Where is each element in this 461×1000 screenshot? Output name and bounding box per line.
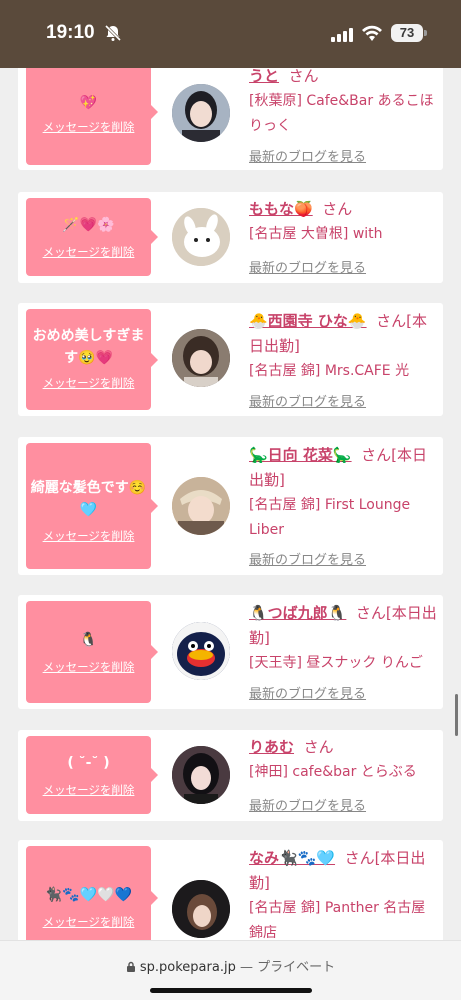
cast-name-link[interactable]: 🦕日向 花菜🦕 — [249, 446, 352, 464]
honorific: さん — [322, 200, 353, 218]
cast-name-line: 🦕日向 花菜🦕 さん[本日出勤] — [249, 443, 439, 493]
delete-message-link[interactable]: メッセージを削除 — [26, 659, 151, 675]
message-card: 🐧 メッセージを削除 🐧つば九郎🐧 さん[本日出勤] [天王寺] 昼スナック り… — [18, 595, 443, 709]
latest-blog-link[interactable]: 最新のブログを見る — [249, 257, 366, 276]
message-bubble: 🐧 メッセージを削除 — [26, 601, 158, 703]
message-bubble: 綺麗な髪色です☺️🩵 メッセージを削除 — [26, 443, 158, 569]
wifi-icon — [362, 24, 382, 42]
avatar[interactable] — [172, 477, 230, 535]
delete-message-link[interactable]: メッセージを削除 — [26, 914, 151, 930]
delete-message-link[interactable]: メッセージを削除 — [26, 375, 151, 391]
avatar[interactable] — [172, 622, 230, 680]
shop-name: [神田] cafe&bar とらぶる — [249, 764, 417, 780]
message-bubble: 💖 メッセージを削除 — [26, 68, 158, 165]
url-display[interactable]: sp.pokepara.jp — プライベート — [0, 956, 461, 975]
shop-name: [名古屋 大曽根] with — [249, 226, 383, 242]
cast-name-link[interactable]: うと — [249, 68, 279, 85]
delete-message-link[interactable]: メッセージを削除 — [26, 244, 151, 260]
avatar[interactable] — [172, 880, 230, 938]
shop-name: [名古屋 錦] Mrs.CAFE 光 — [249, 363, 410, 379]
shop-name: [天王寺] 昼スナック りんご — [249, 655, 423, 671]
cast-name-line: 🐣西園寺 ひな🐣 さん[本日出勤] — [249, 309, 439, 359]
cast-name-line: なみ🐈‍⬛🐾🩵 さん[本日出勤] — [249, 846, 439, 896]
cast-name-link[interactable]: りあむ — [249, 738, 294, 756]
private-mode-label: — プライベート — [239, 960, 336, 975]
message-card: 💖 メッセージを削除 うと さん [秋葉原] Cafe&Bar あるこほりっく … — [18, 68, 443, 170]
latest-blog-link[interactable]: 最新のブログを見る — [249, 391, 366, 410]
message-feed[interactable]: 💖 メッセージを削除 うと さん [秋葉原] Cafe&Bar あるこほりっく … — [0, 68, 461, 940]
avatar[interactable] — [172, 329, 230, 387]
status-time: 19:10 — [46, 22, 95, 43]
cast-name-line: ももな🍑 さん — [249, 197, 439, 222]
latest-blog-link[interactable]: 最新のブログを見る — [249, 795, 366, 814]
delete-message-link[interactable]: メッセージを削除 — [26, 119, 151, 135]
cast-name-link[interactable]: 🐣西園寺 ひな🐣 — [249, 312, 367, 330]
status-bar: 19:10 73 — [0, 0, 461, 68]
delete-message-link[interactable]: メッセージを削除 — [26, 528, 151, 544]
delete-message-link[interactable]: メッセージを削除 — [26, 782, 151, 798]
avatar[interactable] — [172, 208, 230, 266]
cellular-signal-icon — [331, 27, 355, 42]
message-card: おめめ美しすぎます🥹💗 メッセージを削除 🐣西園寺 ひな🐣 さん[本日出勤] [… — [18, 303, 443, 416]
cast-info: うと さん [秋葉原] Cafe&Bar あるこほりっく — [249, 68, 439, 139]
shop-name: [名古屋 錦] Panther 名古屋錦店 — [249, 900, 426, 940]
cast-name-link[interactable]: なみ🐈‍⬛🐾🩵 — [249, 849, 335, 867]
battery-icon: 73 — [391, 24, 427, 42]
message-text: 💖 — [79, 95, 98, 111]
message-text: おめめ美しすぎます🥹💗 — [32, 328, 145, 366]
lock-icon — [126, 961, 136, 972]
cast-info: ももな🍑 さん [名古屋 大曽根] with — [249, 197, 439, 247]
shop-name: [名古屋 錦] First Lounge Liber — [249, 497, 411, 538]
browser-url-bar[interactable]: sp.pokepara.jp — プライベート — [0, 940, 461, 1000]
shop-name: [秋葉原] Cafe&Bar あるこほりっく — [249, 93, 434, 134]
message-bubble: おめめ美しすぎます🥹💗 メッセージを削除 — [26, 309, 158, 410]
message-text: 🐈‍⬛🐾🩵🤍💙 — [44, 887, 133, 903]
message-text: 🪄💗🌸 — [62, 217, 115, 233]
cast-name-link[interactable]: ももな🍑 — [249, 200, 313, 218]
avatar[interactable] — [172, 746, 230, 804]
cast-name-link[interactable]: 🐧つば九郎🐧 — [249, 604, 346, 622]
message-bubble: 🐈‍⬛🐾🩵🤍💙 メッセージを削除 — [26, 846, 158, 940]
message-card: 綺麗な髪色です☺️🩵 メッセージを削除 🦕日向 花菜🦕 さん[本日出勤] [名古… — [18, 437, 443, 575]
scrollbar-thumb[interactable] — [455, 694, 458, 736]
cast-info: 🐣西園寺 ひな🐣 さん[本日出勤] [名古屋 錦] Mrs.CAFE 光 — [249, 309, 439, 384]
honorific: さん — [288, 68, 319, 85]
latest-blog-link[interactable]: 最新のブログを見る — [249, 549, 366, 568]
cast-name-line: うと さん — [249, 68, 439, 89]
cast-info: なみ🐈‍⬛🐾🩵 さん[本日出勤] [名古屋 錦] Panther 名古屋錦店 — [249, 846, 439, 940]
avatar[interactable] — [172, 84, 230, 142]
message-bubble: ( ˘-˘ ) メッセージを削除 — [26, 736, 158, 814]
latest-blog-link[interactable]: 最新のブログを見る — [249, 683, 366, 702]
cast-info: りあむ さん [神田] cafe&bar とらぶる — [249, 735, 439, 785]
message-text: ( ˘-˘ ) — [67, 755, 110, 771]
cast-info: 🐧つば九郎🐧 さん[本日出勤] [天王寺] 昼スナック りんご — [249, 601, 439, 676]
silent-bell-icon — [104, 24, 122, 46]
cast-name-line: りあむ さん — [249, 735, 439, 760]
home-indicator[interactable] — [150, 988, 312, 993]
cast-name-line: 🐧つば九郎🐧 さん[本日出勤] — [249, 601, 439, 651]
message-text: 🐧 — [79, 632, 98, 648]
message-bubble: 🪄💗🌸 メッセージを削除 — [26, 198, 158, 276]
message-card: 🪄💗🌸 メッセージを削除 ももな🍑 さん [名古屋 大曽根] with 最新のブ… — [18, 192, 443, 283]
message-card: ( ˘-˘ ) メッセージを削除 りあむ さん [神田] cafe&bar とら… — [18, 730, 443, 821]
cast-info: 🦕日向 花菜🦕 さん[本日出勤] [名古屋 錦] First Lounge Li… — [249, 443, 439, 543]
url-domain: sp.pokepara.jp — [139, 960, 236, 975]
message-card: 🐈‍⬛🐾🩵🤍💙 メッセージを削除 なみ🐈‍⬛🐾🩵 さん[本日出勤] [名古屋 錦… — [18, 840, 443, 940]
message-text: 綺麗な髪色です☺️🩵 — [30, 480, 147, 518]
honorific: さん — [303, 738, 334, 756]
latest-blog-link[interactable]: 最新のブログを見る — [249, 146, 366, 165]
